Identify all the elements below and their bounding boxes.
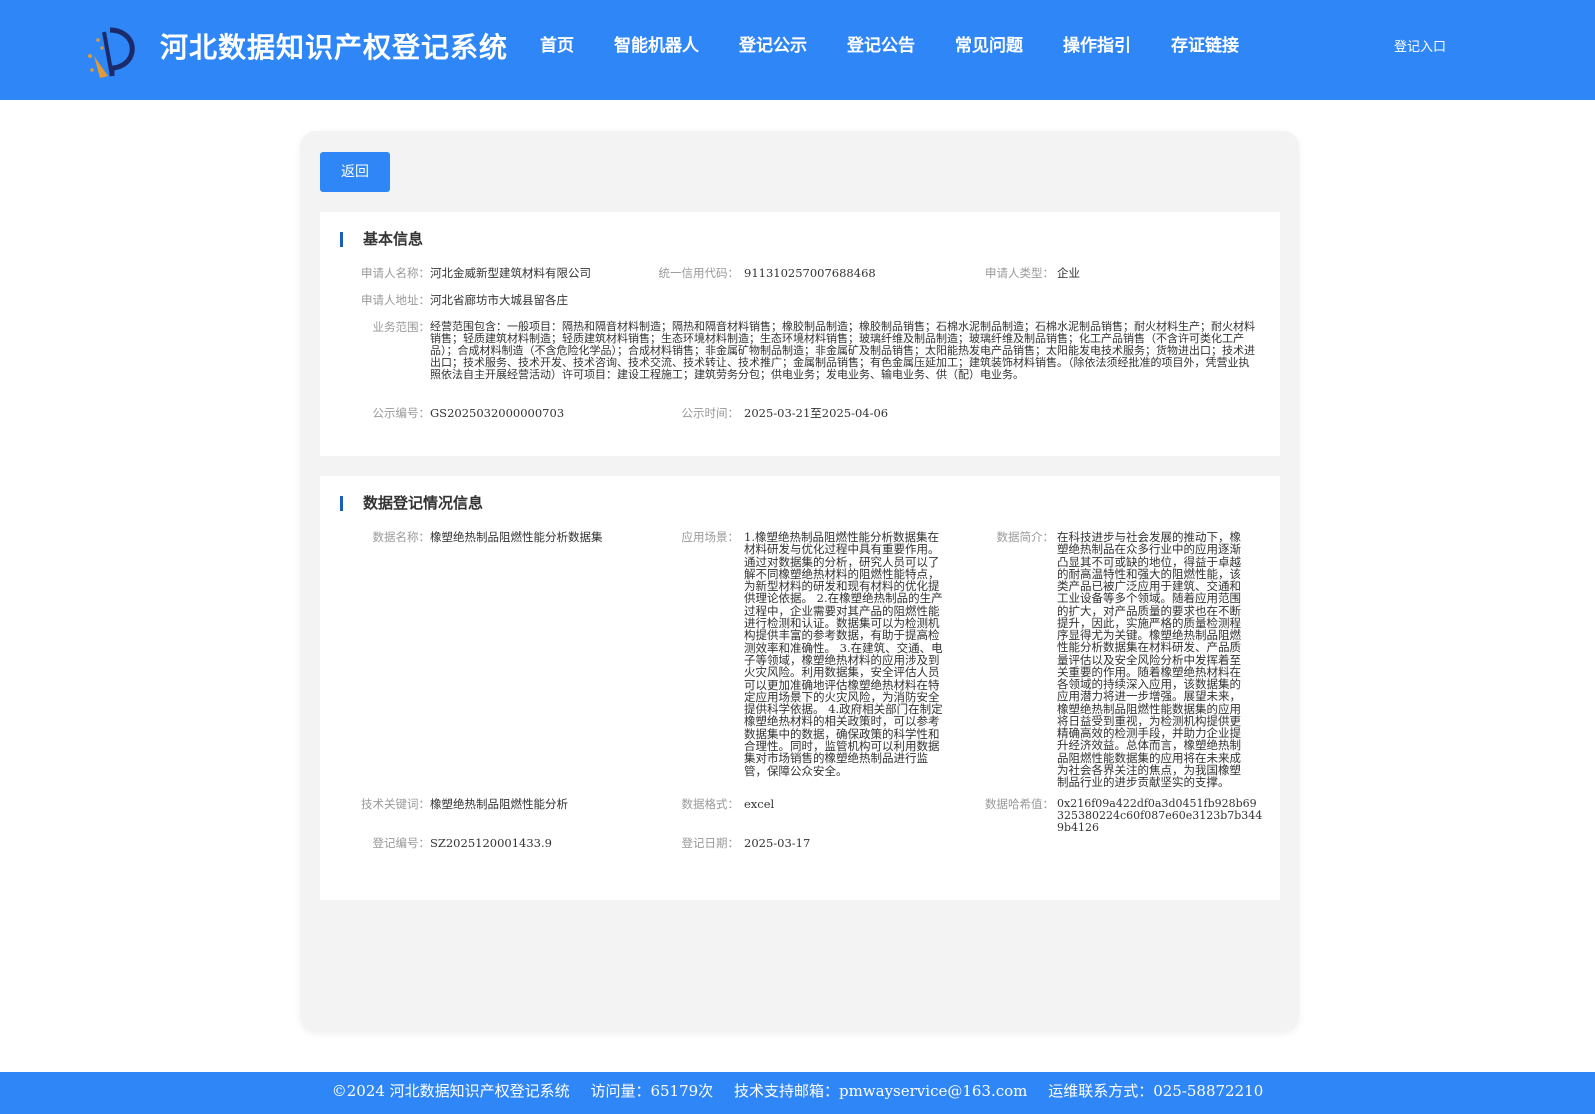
footer-email[interactable]: 技术支持邮箱：pmwayservice@163.com (734, 1082, 1027, 1100)
footer-text: ©2024 河北数据知识产权登记系统 访问量：65179次 技术支持邮箱：pmw… (0, 1072, 1595, 1110)
applicant-address-label: 申请人地址： (361, 293, 430, 307)
data-format-label: 数据格式： (681, 797, 740, 811)
data-hash-value: 0x216f09a422df0a3d0451fb928b69325380224c… (1057, 797, 1263, 834)
notice-time-value: 2025-03-21至2025-04-06 (744, 406, 889, 420)
pen-nib-logo-icon[interactable] (82, 26, 138, 82)
footer-copyright: ©2024 河北数据知识产权登记系统 (331, 1082, 570, 1100)
nav-evidence-link[interactable]: 存证链接 (1171, 31, 1239, 61)
data-format-value: excel (744, 797, 775, 811)
section-title-basic: 基本信息 (363, 230, 424, 248)
page-footer: ©2024 河北数据知识产权登记系统 访问量：65179次 技术支持邮箱：pmw… (0, 1072, 1595, 1114)
scenario-label: 应用场景： (681, 530, 740, 544)
credit-code-label: 统一信用代码： (658, 266, 740, 280)
business-scope-value: 经营范围包含：一般项目：隔热和隔音材料制造；隔热和隔音材料销售；橡胶制品制造；橡… (430, 320, 1255, 381)
site-title[interactable]: 河北数据知识产权登记系统 (160, 28, 508, 68)
notice-number-label: 公示编号： (372, 406, 431, 420)
applicant-name-label: 申请人名称： (361, 266, 430, 280)
notice-number-value: GS2025032000000703 (430, 406, 565, 420)
applicant-type-value: 企业 (1057, 266, 1080, 280)
keyword-value: 橡塑绝热制品阻燃性能分析 (430, 797, 568, 811)
data-name-label: 数据名称： (372, 530, 431, 544)
data-name-value: 橡塑绝热制品阻燃性能分析数据集 (430, 530, 603, 544)
data-intro-label: 数据简介： (996, 530, 1055, 544)
data-hash-label: 数据哈希值： (985, 797, 1054, 811)
section-title-registration: 数据登记情况信息 (363, 494, 484, 512)
data-intro-value: 在科技进步与社会发展的推动下，橡塑绝热制品在众多行业中的应用逐渐凸显其不可或缺的… (1057, 530, 1241, 789)
basic-info-card: 基本信息 申请人名称： 河北金威新型建筑材料有限公司 统一信用代码： 91131… (320, 212, 1280, 456)
section-marker (340, 496, 343, 511)
nav-guide[interactable]: 操作指引 (1063, 31, 1131, 61)
detail-panel: 返回 基本信息 申请人名称： 河北金威新型建筑材料有限公司 统一信用代码： 91… (300, 131, 1299, 1032)
registration-date-value: 2025-03-17 (744, 836, 811, 850)
nav-registration-announcement[interactable]: 登记公告 (847, 31, 915, 61)
nav-registration-notice[interactable]: 登记公示 (739, 31, 807, 61)
applicant-type-label: 申请人类型： (985, 266, 1054, 280)
business-scope-label: 业务范围： (372, 320, 431, 334)
registration-info-card: 数据登记情况信息 数据名称： 橡塑绝热制品阻燃性能分析数据集 应用场景： 1.橡… (320, 476, 1280, 900)
registration-number-label: 登记编号： (372, 836, 431, 850)
nav-home[interactable]: 首页 (540, 31, 574, 61)
nav-robot[interactable]: 智能机器人 (614, 31, 699, 61)
back-button[interactable]: 返回 (320, 152, 390, 192)
keyword-label: 技术关键词： (361, 797, 430, 811)
nav-faq[interactable]: 常见问题 (955, 31, 1023, 61)
scenario-value: 1.橡塑绝热制品阻燃性能分析数据集在材料研发与优化过程中具有重要作用。通过对数据… (744, 530, 943, 778)
registration-number-value: SZ2025120001433.9 (430, 836, 552, 850)
footer-visits: 访问量：65179次 (590, 1082, 714, 1100)
top-header: 河北数据知识产权登记系统 首页 智能机器人 登记公示 登记公告 常见问题 操作指… (0, 0, 1595, 100)
registration-date-label: 登记日期： (681, 836, 740, 850)
footer-phone: 运维联系方式：025-58872210 (1048, 1082, 1264, 1100)
applicant-name-value: 河北金威新型建筑材料有限公司 (430, 266, 591, 280)
login-entry-link[interactable]: 登记入口 (1394, 38, 1446, 58)
section-marker (340, 232, 343, 247)
notice-time-label: 公示时间： (681, 406, 740, 420)
credit-code-value: 91131025700768846​8 (744, 266, 876, 280)
applicant-address-value: 河北省廊坊市大城县留各庄 (430, 293, 568, 307)
